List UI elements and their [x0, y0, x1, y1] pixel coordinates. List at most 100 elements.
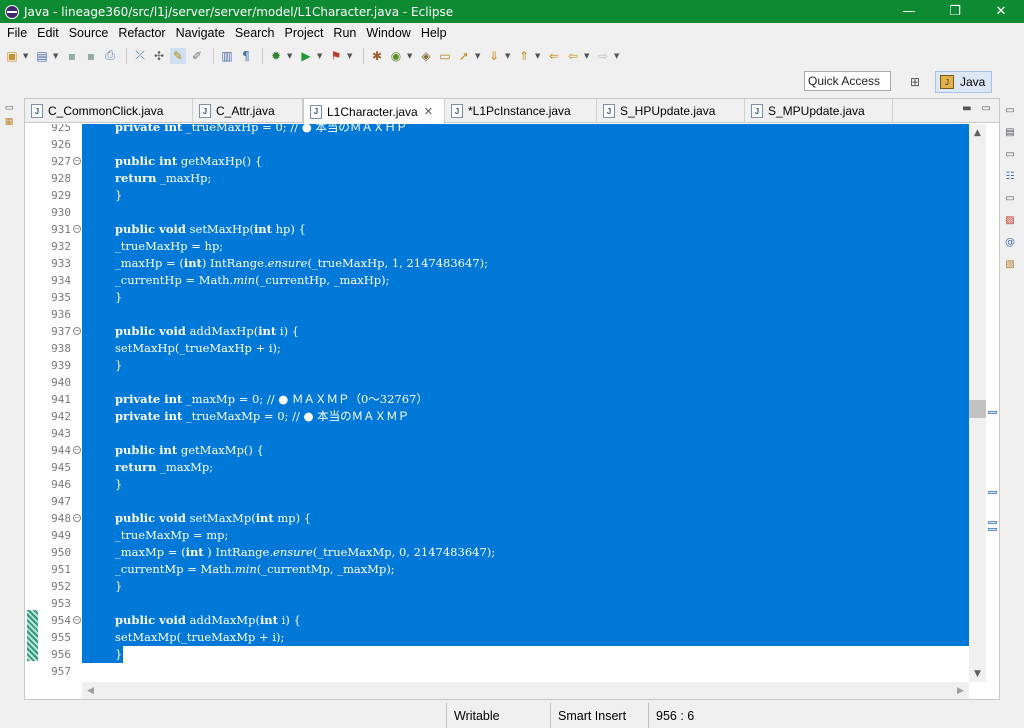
package-explorer-icon[interactable]: ▦ [2, 116, 16, 128]
overview-marker[interactable] [988, 521, 997, 524]
block-selection-icon[interactable]: ▥ [219, 48, 235, 64]
show-paragraph-icon[interactable]: ¶ [238, 48, 254, 64]
minimize-button[interactable]: — [886, 0, 932, 23]
restore-icon[interactable]: ▭ [2, 102, 16, 114]
quick-access-input[interactable]: Quick Access [804, 71, 891, 91]
new-java-project-icon[interactable]: ✱ [369, 48, 385, 64]
menu-edit[interactable]: Edit [32, 26, 64, 40]
line-number: 947 [51, 495, 71, 508]
fold-toggle-icon[interactable]: − [73, 446, 81, 454]
tab-c-commonclick[interactable]: J C_CommonClick.java [25, 99, 193, 123]
vertical-scrollbar[interactable]: ▲ ▼ [969, 124, 986, 682]
menu-window[interactable]: Window [361, 26, 415, 40]
line-number: 956 [51, 648, 71, 661]
forward-dropdown-icon[interactable]: ▼ [614, 48, 621, 64]
last-edit-location-icon[interactable]: ⇐ [546, 48, 562, 64]
next-annotation-dropdown-icon[interactable]: ▼ [505, 48, 512, 64]
save-icon[interactable]: ▪ [64, 48, 80, 64]
overview-marker[interactable] [988, 491, 997, 494]
menu-navigate[interactable]: Navigate [171, 26, 230, 40]
line-number: 951 [51, 563, 71, 576]
run-dropdown-icon[interactable]: ▼ [317, 48, 324, 64]
java-perspective-button[interactable]: J Java [935, 71, 992, 93]
open-type-icon[interactable]: ▭ [437, 48, 453, 64]
scroll-down-icon[interactable]: ▼ [969, 665, 986, 682]
menu-file[interactable]: File [2, 26, 32, 40]
new-type-icon[interactable]: ▤ [34, 48, 50, 64]
maximize-button[interactable]: ❐ [932, 0, 978, 23]
title-bar: Java - lineage360/src/l1j/server/server/… [0, 0, 1024, 23]
open-perspective-icon[interactable]: ⊞ [906, 73, 924, 91]
previous-annotation-icon[interactable]: ⇑ [516, 48, 532, 64]
outline-icon[interactable]: ☷ [1002, 168, 1018, 184]
run-icon[interactable]: ▶ [298, 48, 314, 64]
scroll-thumb[interactable] [969, 400, 986, 418]
menu-source[interactable]: Source [64, 26, 114, 40]
task-list-icon[interactable]: ▤ [1002, 124, 1018, 140]
search-dropdown-icon[interactable]: ▼ [475, 48, 482, 64]
overview-marker[interactable] [988, 411, 997, 414]
tab-s-mpupdate[interactable]: J S_MPUpdate.java [745, 99, 893, 123]
back-dropdown-icon[interactable]: ▼ [584, 48, 591, 64]
close-tab-icon[interactable]: ✕ [424, 105, 433, 118]
debug-dropdown-icon[interactable]: ▼ [287, 48, 294, 64]
new-class-icon[interactable]: ◈ [418, 48, 434, 64]
new-icon[interactable]: ▣ [4, 48, 20, 64]
problems-icon[interactable]: ▨ [1002, 212, 1018, 228]
window-controls: — ❐ ✕ [886, 0, 1024, 23]
menu-search[interactable]: Search [230, 26, 280, 40]
save-all-icon[interactable]: ▪ [83, 48, 99, 64]
tab-l1pcinstance[interactable]: J *L1PcInstance.java [445, 99, 597, 123]
restore-icon[interactable]: ▭ [1002, 190, 1018, 206]
tab-c-attr[interactable]: J C_Attr.java [193, 99, 303, 123]
line-number: 948 [51, 512, 71, 525]
menu-help[interactable]: Help [416, 26, 452, 40]
external-tools-dropdown-icon[interactable]: ▼ [347, 48, 354, 64]
scroll-left-icon[interactable]: ◀ [82, 682, 99, 699]
restore-icon[interactable]: ▭ [1002, 102, 1018, 118]
print-icon[interactable]: ⎙ [102, 48, 118, 64]
scroll-right-icon[interactable]: ▶ [952, 682, 969, 699]
line-number: 942 [51, 410, 71, 423]
forward-icon[interactable]: ⇨ [595, 48, 611, 64]
scroll-up-icon[interactable]: ▲ [969, 124, 986, 141]
overview-marker[interactable] [988, 528, 997, 531]
skip-breakpoints-icon[interactable]: ⤫ [132, 48, 148, 64]
maximize-editor-icon[interactable]: ▭ [982, 103, 991, 114]
close-button[interactable]: ✕ [978, 0, 1024, 23]
debug-toggle-icon[interactable]: ✣ [151, 48, 167, 64]
external-tools-icon[interactable]: ⚑ [328, 48, 344, 64]
menu-run[interactable]: Run [328, 26, 361, 40]
code-area[interactable]: 925 926 927−928 929 930 931−932 933 934 935 936 93… [25, 124, 969, 682]
new-package-dropdown-icon[interactable]: ▼ [407, 48, 414, 64]
mark-occurrences-icon[interactable]: ✎ [170, 47, 186, 64]
search-icon[interactable]: ➚ [456, 48, 472, 64]
debug-icon[interactable]: ✹ [268, 48, 284, 64]
javadoc-icon[interactable]: @ [1002, 234, 1018, 250]
declaration-icon[interactable]: ▧ [1002, 256, 1018, 272]
menu-project[interactable]: Project [280, 26, 329, 40]
tab-l1character[interactable]: J L1Character.java ✕ [303, 99, 445, 124]
horizontal-scrollbar[interactable]: ◀ ▶ [82, 682, 969, 699]
new-package-icon[interactable]: ◉ [388, 48, 404, 64]
line-number: 955 [51, 631, 71, 644]
fold-toggle-icon[interactable]: − [73, 157, 81, 165]
new-dropdown-icon[interactable]: ▼ [23, 48, 30, 64]
change-marker [27, 610, 38, 661]
minimize-editor-icon[interactable]: ▬ [962, 103, 971, 114]
restore-icon[interactable]: ▭ [1002, 146, 1018, 162]
menu-refactor[interactable]: Refactor [113, 26, 170, 40]
tab-s-hpupdate[interactable]: J S_HPUpdate.java [597, 99, 745, 123]
back-icon[interactable]: ⇦ [565, 48, 581, 64]
previous-annotation-dropdown-icon[interactable]: ▼ [535, 48, 542, 64]
new-type-dropdown-icon[interactable]: ▼ [53, 48, 60, 64]
overview-ruler[interactable] [986, 124, 999, 682]
fold-toggle-icon[interactable]: − [73, 327, 81, 335]
java-file-icon: J [310, 104, 322, 119]
fold-toggle-icon[interactable]: − [73, 616, 81, 624]
fold-toggle-icon[interactable]: − [73, 514, 81, 522]
next-annotation-icon[interactable]: ⇓ [486, 48, 502, 64]
show-whitespace-icon[interactable]: ✐ [189, 48, 205, 64]
code-line: _currentHp = Math.min(_currentHp, _maxHp… [115, 273, 390, 287]
fold-toggle-icon[interactable]: − [73, 225, 81, 233]
